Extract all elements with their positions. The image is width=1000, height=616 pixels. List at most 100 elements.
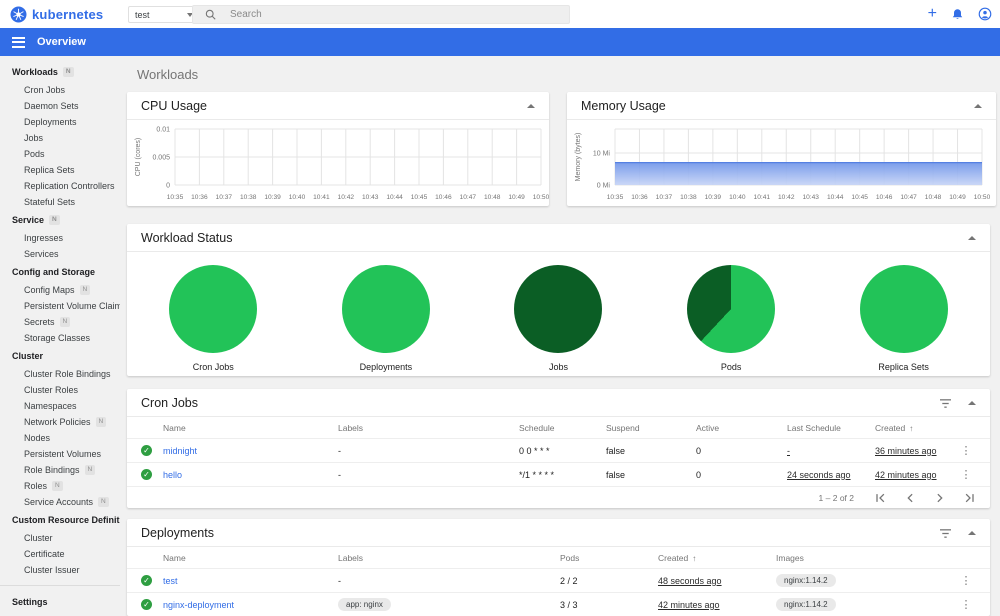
svg-text:10:44: 10:44 bbox=[827, 194, 844, 201]
sidebar-item-storage-classes[interactable]: Storage Classes bbox=[0, 330, 120, 346]
column-header-labels[interactable]: Labels bbox=[338, 423, 519, 433]
deployment-name-link[interactable]: nginx-deployment bbox=[163, 600, 234, 610]
search-input[interactable] bbox=[230, 9, 530, 20]
pagination-range: 1 – 2 of 2 bbox=[818, 492, 854, 503]
svg-text:10:46: 10:46 bbox=[876, 194, 893, 201]
svg-text:10:45: 10:45 bbox=[411, 194, 428, 201]
next-page-icon[interactable] bbox=[934, 492, 946, 504]
kubernetes-logo[interactable]: kubernetes bbox=[10, 6, 120, 23]
svg-text:10:38: 10:38 bbox=[680, 194, 697, 201]
collapse-icon[interactable] bbox=[968, 236, 976, 240]
create-resource-button[interactable]: + bbox=[928, 6, 937, 22]
image-chip: nginx:1.14.2 bbox=[776, 598, 836, 611]
row-menu-icon[interactable]: ⋮ bbox=[956, 598, 976, 611]
collapse-icon[interactable] bbox=[527, 104, 535, 108]
column-header-labels[interactable]: Labels bbox=[338, 553, 560, 563]
sidebar-item-services[interactable]: Services bbox=[0, 246, 120, 262]
sidebar-item-service-accounts[interactable]: Service Accounts N bbox=[0, 494, 120, 510]
column-header-created[interactable]: Created ↑ bbox=[658, 553, 776, 563]
deployment-name-link[interactable]: test bbox=[163, 576, 178, 586]
images-cell: nginx:1.14.2 bbox=[776, 574, 956, 587]
sidebar-item-label: Roles bbox=[24, 481, 48, 491]
svg-text:10:37: 10:37 bbox=[216, 194, 233, 201]
svg-text:0 Mi: 0 Mi bbox=[597, 183, 611, 190]
cronjob-name-link[interactable]: hello bbox=[163, 470, 182, 480]
svg-text:10:48: 10:48 bbox=[484, 194, 501, 201]
sidebar-item-cluster-issuer[interactable]: Cluster Issuer bbox=[0, 562, 120, 578]
namespaced-badge: N bbox=[62, 67, 74, 77]
table-row: ✓ nginx-deployment app: nginx 3 / 3 42 minut… bbox=[127, 592, 990, 616]
sidebar-group-workloads[interactable]: Workloads N bbox=[0, 62, 120, 82]
svg-text:10:35: 10:35 bbox=[167, 194, 184, 201]
column-header-images[interactable]: Images bbox=[776, 553, 956, 563]
name-cell: test bbox=[163, 576, 338, 586]
status-success-icon: ✓ bbox=[141, 469, 152, 480]
appbar-title: Overview bbox=[37, 36, 86, 48]
sidebar-item-replication-controllers[interactable]: Replication Controllers bbox=[0, 178, 120, 194]
previous-page-icon[interactable] bbox=[904, 492, 916, 504]
pie-label: Deployments bbox=[359, 362, 413, 372]
sidebar-item-cluster-role-bindings[interactable]: Cluster Role Bindings bbox=[0, 366, 120, 382]
collapse-icon[interactable] bbox=[968, 401, 976, 405]
sidebar-item-jobs[interactable]: Jobs bbox=[0, 130, 120, 146]
search-bar[interactable] bbox=[192, 5, 570, 24]
sidebar-item-nodes[interactable]: Nodes bbox=[0, 430, 120, 446]
menu-icon[interactable] bbox=[12, 34, 25, 50]
workload-status-replica-sets: Replica Sets bbox=[817, 265, 990, 372]
row-menu-icon[interactable]: ⋮ bbox=[956, 574, 976, 587]
sidebar-item-pods[interactable]: Pods bbox=[0, 146, 120, 162]
first-page-icon[interactable] bbox=[874, 492, 886, 504]
workload-status-cron-jobs: Cron Jobs bbox=[127, 265, 300, 372]
column-header-last-schedule[interactable]: Last Schedule bbox=[787, 423, 875, 433]
sidebar-item-network-policies[interactable]: Network Policies N bbox=[0, 414, 120, 430]
sidebar-item-secrets[interactable]: Secrets N bbox=[0, 314, 120, 330]
collapse-icon[interactable] bbox=[968, 531, 976, 535]
sidebar-group-service[interactable]: Service N bbox=[0, 210, 120, 230]
svg-text:10:47: 10:47 bbox=[900, 194, 917, 201]
sidebar-item-cron-jobs[interactable]: Cron Jobs bbox=[0, 82, 120, 98]
pods-cell: 3 / 3 bbox=[560, 599, 578, 610]
sidebar-item-certificate[interactable]: Certificate bbox=[0, 546, 120, 562]
sidebar-item-cluster-roles[interactable]: Cluster Roles bbox=[0, 382, 120, 398]
sidebar-item-label: Services bbox=[24, 249, 59, 259]
sidebar-item-daemon-sets[interactable]: Daemon Sets bbox=[0, 98, 120, 114]
sidebar-item-cluster[interactable]: Cluster bbox=[0, 530, 120, 546]
sidebar-item-persistent-volumes[interactable]: Persistent Volumes bbox=[0, 446, 120, 462]
row-menu-icon[interactable]: ⋮ bbox=[956, 468, 976, 481]
svg-text:10:36: 10:36 bbox=[191, 194, 208, 201]
filter-icon[interactable] bbox=[939, 398, 952, 409]
namespace-select[interactable]: test bbox=[128, 6, 200, 23]
collapse-icon[interactable] bbox=[974, 104, 982, 108]
sidebar-item-persistent-volume-claims[interactable]: Persistent Volume ClaimsN bbox=[0, 298, 120, 314]
pie-chart-jobs bbox=[514, 265, 603, 353]
sidebar-item-config-maps[interactable]: Config Maps N bbox=[0, 282, 120, 298]
created-cell: 42 minutes ago bbox=[875, 469, 937, 480]
column-header-suspend[interactable]: Suspend bbox=[606, 423, 696, 433]
sidebar-item-roles[interactable]: Roles N bbox=[0, 478, 120, 494]
notifications-bell-icon[interactable] bbox=[951, 8, 964, 21]
sidebar-item-settings[interactable]: Settings bbox=[0, 592, 120, 612]
sidebar-item-namespaces[interactable]: Namespaces bbox=[0, 398, 120, 414]
active-cell: 0 bbox=[696, 445, 702, 456]
svg-text:10:50: 10:50 bbox=[533, 194, 550, 201]
user-account-icon[interactable] bbox=[978, 7, 992, 21]
sidebar-item-label: Settings bbox=[12, 597, 48, 607]
filter-icon[interactable] bbox=[939, 528, 952, 539]
suspend-cell: false bbox=[606, 445, 626, 456]
last-page-icon[interactable] bbox=[964, 492, 976, 504]
column-header-created[interactable]: Created ↑ bbox=[875, 423, 956, 433]
sidebar-item-label: Cluster Roles bbox=[24, 385, 79, 395]
sidebar-item-deployments[interactable]: Deployments bbox=[0, 114, 120, 130]
sidebar-item-label: Cron Jobs bbox=[24, 85, 66, 95]
column-header-schedule[interactable]: Schedule bbox=[519, 423, 606, 433]
row-menu-icon[interactable]: ⋮ bbox=[956, 444, 976, 457]
sidebar-item-stateful-sets[interactable]: Stateful Sets bbox=[0, 194, 120, 210]
sidebar-item-ingresses[interactable]: Ingresses bbox=[0, 230, 120, 246]
column-header-name[interactable]: Name bbox=[163, 423, 338, 433]
sidebar-item-role-bindings[interactable]: Role Bindings N bbox=[0, 462, 120, 478]
column-header-name[interactable]: Name bbox=[163, 553, 338, 563]
column-header-pods[interactable]: Pods bbox=[560, 553, 658, 563]
cronjob-name-link[interactable]: midnight bbox=[163, 446, 197, 456]
sidebar-item-replica-sets[interactable]: Replica Sets bbox=[0, 162, 120, 178]
column-header-active[interactable]: Active bbox=[696, 423, 787, 433]
